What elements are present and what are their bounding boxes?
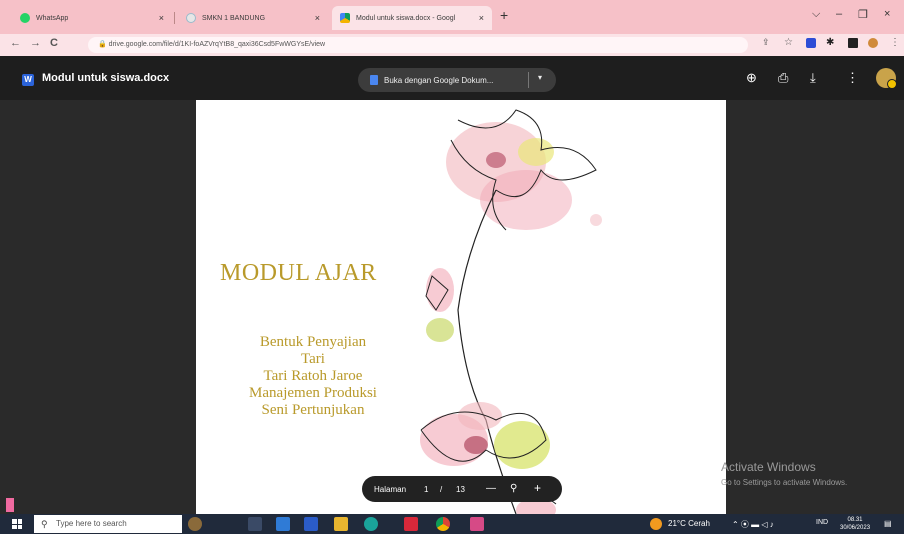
clock-time: 08.31 (847, 517, 863, 523)
add-shortcut-drive-icon[interactable]: ⊕ (746, 70, 757, 86)
print-icon[interactable]: ⎙ (778, 70, 788, 86)
windows-taskbar: ⚲ Type here to search 21°C Cerah ⌃ ⦿ ▬ ◁… (0, 514, 904, 534)
activate-windows-watermark: Activate Windows Go to Settings to activ… (721, 460, 847, 487)
extension-icon[interactable] (806, 38, 816, 48)
lock-icon: 🔒 (98, 41, 109, 48)
divider (528, 72, 529, 88)
browser-tab-bar: WhatsApp × SMKN 1 BANDUNG × Modul untuk … (0, 0, 904, 34)
activate-windows-hint: Go to Settings to activate Windows. (721, 478, 848, 487)
url-text: drive.google.com/file/d/1KI-foAZVrqYtB8_… (108, 41, 326, 48)
current-page-input[interactable]: 1 (424, 485, 428, 494)
subtitle-line: Bentuk Penyajian (259, 334, 367, 350)
language-indicator[interactable]: IND (816, 519, 828, 526)
app-pink-icon[interactable] (470, 517, 484, 531)
zoom-in-button[interactable]: + (534, 481, 541, 495)
weather-icon[interactable] (650, 518, 662, 530)
close-window-button[interactable]: × (884, 8, 890, 20)
viewer-header: W Modul untuk siswa.docx Buka dengan Goo… (0, 56, 904, 100)
total-pages: 13 (456, 485, 465, 494)
search-placeholder: Type here to search (56, 519, 127, 528)
forward-icon[interactable]: → (30, 37, 41, 49)
task-view-icon[interactable] (248, 517, 262, 531)
mail-icon[interactable] (276, 517, 290, 531)
page-label: Halaman (374, 485, 407, 494)
chevron-down-icon[interactable]: ▾ (538, 73, 542, 82)
page-navigation-controls: Halaman 1 / 13 — ⚲ + (362, 476, 562, 502)
word-doc-icon: W (22, 74, 34, 86)
taskbar-clock[interactable]: 08.31 30/06/2023 (840, 516, 870, 532)
tab-label: Modul untuk siswa.docx - Googl (356, 14, 456, 22)
page-separator: / (440, 485, 443, 494)
school-icon (186, 13, 196, 23)
module-heading: MODUL AJAR (220, 260, 377, 286)
close-tab-button[interactable]: × (159, 13, 164, 23)
subtitle-line: Seni Pertunjukan (261, 402, 365, 418)
tab-whatsapp[interactable]: WhatsApp × (12, 6, 172, 30)
tab-label: WhatsApp (36, 14, 69, 22)
zoom-icon: ⚲ (510, 483, 518, 494)
more-options-icon[interactable]: ⋮ (846, 70, 859, 86)
app-red-icon[interactable] (404, 517, 418, 531)
zoom-out-button[interactable]: — (486, 483, 496, 494)
google-drive-icon (340, 13, 350, 23)
extensions-puzzle-icon[interactable]: ✱ (826, 37, 834, 48)
word-app-icon[interactable] (304, 517, 318, 531)
side-marker (6, 498, 14, 512)
close-tab-button[interactable]: × (315, 13, 320, 23)
new-tab-button[interactable]: + (500, 7, 508, 23)
sidepanel-icon[interactable] (848, 38, 858, 48)
url-field[interactable]: 🔒 drive.google.com/file/d/1KI-foAZVrqYtB… (88, 37, 748, 53)
clock-date: 30/06/2023 (840, 525, 871, 531)
document-subtitle: Bentuk Penyajian Tari Tari Ratoh Jaroe M… (220, 334, 406, 419)
address-bar-row: ← → C 🔒 drive.google.com/file/d/1KI-foAZ… (0, 34, 904, 56)
open-with-label: Buka dengan Google Dokum... (384, 75, 494, 85)
system-tray-icons[interactable]: ⌃ ⦿ ▬ ◁ ♪ (732, 519, 774, 530)
file-explorer-icon[interactable] (334, 517, 348, 531)
tab-drive-active[interactable]: Modul untuk siswa.docx - Googl × (332, 6, 492, 30)
download-icon[interactable]: ⤓ (810, 70, 816, 86)
edge-browser-icon[interactable] (364, 517, 378, 531)
taskbar-search-input[interactable]: ⚲ Type here to search (34, 515, 182, 533)
minimize-button[interactable]: – (836, 8, 842, 20)
document-title: Modul untuk siswa.docx (42, 72, 170, 84)
chrome-icon[interactable] (436, 517, 450, 531)
document-page: MODUL AJAR Bentuk Penyajian Tari Tari Ra… (196, 100, 726, 514)
flower-illustration (420, 109, 602, 514)
subtitle-line: Tari (301, 351, 325, 367)
bookmark-star-icon[interactable]: ☆ (784, 37, 793, 48)
profile-avatar-icon[interactable] (868, 38, 878, 48)
account-avatar[interactable] (876, 68, 897, 89)
tab-smkn[interactable]: SMKN 1 BANDUNG × (178, 6, 328, 30)
share-icon[interactable]: ⇪ (762, 37, 770, 48)
tab-search-button[interactable]: ⌵ (812, 8, 820, 21)
reload-icon[interactable]: C (50, 37, 58, 49)
google-docs-icon (370, 75, 378, 85)
tab-separator (174, 12, 175, 24)
back-icon[interactable]: ← (10, 37, 21, 49)
tab-label: SMKN 1 BANDUNG (202, 14, 266, 22)
activate-windows-title: Activate Windows (721, 460, 816, 474)
windows-start-icon[interactable] (12, 519, 22, 529)
drive-file-viewer: W Modul untuk siswa.docx Buka dengan Goo… (0, 56, 904, 514)
maximize-button[interactable]: ❐ (858, 8, 868, 21)
menu-kebab-icon[interactable]: ⋮ (890, 37, 900, 48)
search-icon: ⚲ (41, 519, 48, 529)
widget-animal-icon[interactable] (188, 517, 202, 531)
whatsapp-icon (20, 13, 30, 23)
subtitle-line: Tari Ratoh Jaroe (263, 368, 363, 384)
subtitle-line: Manajemen Produksi (249, 385, 377, 401)
notifications-icon[interactable]: ▤ (884, 519, 892, 528)
close-tab-button[interactable]: × (479, 13, 484, 23)
open-with-google-docs-button[interactable]: Buka dengan Google Dokum... ▾ (358, 68, 556, 92)
weather-text[interactable]: 21°C Cerah (668, 519, 710, 528)
